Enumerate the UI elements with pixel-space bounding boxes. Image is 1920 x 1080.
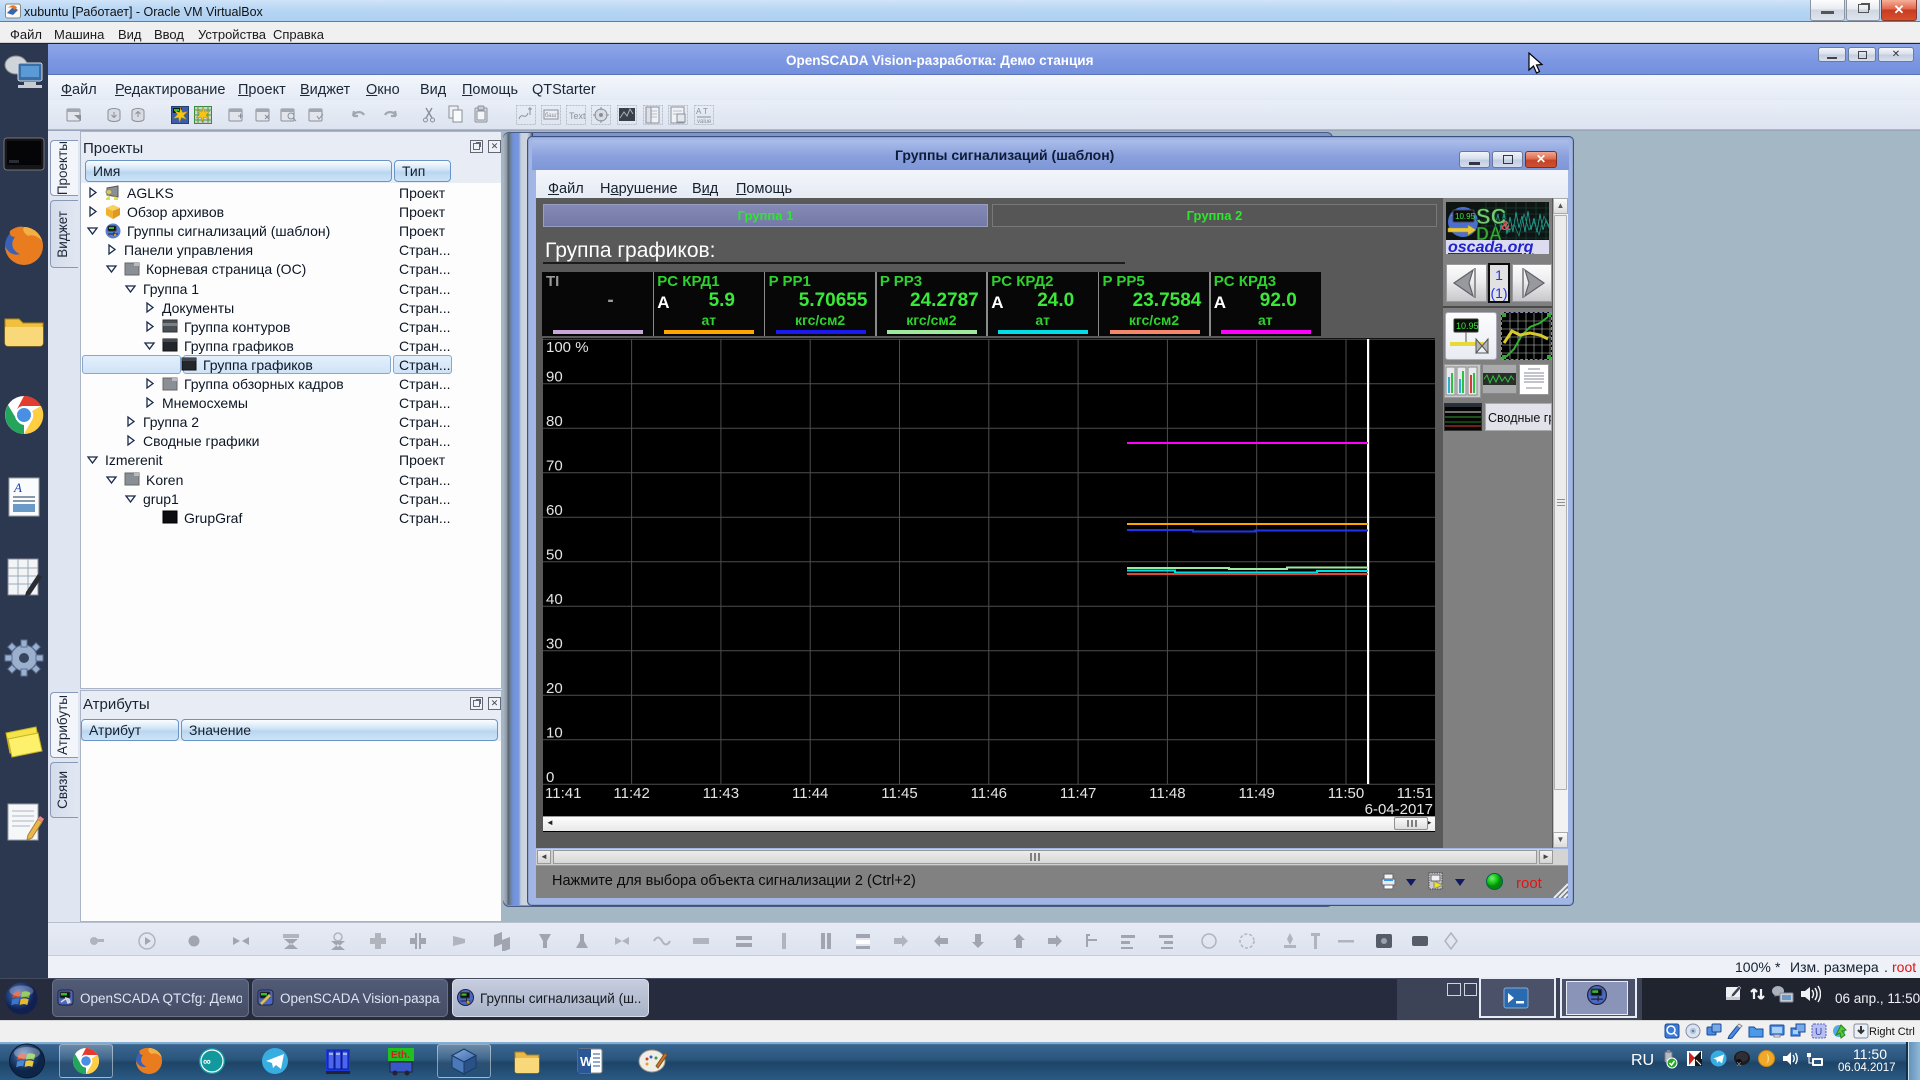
svg-text:T: T bbox=[703, 107, 708, 116]
svg-text:башт: башт bbox=[545, 113, 559, 119]
svg-text:&: & bbox=[1501, 218, 1510, 233]
svg-text:20: 20 bbox=[546, 680, 563, 697]
svg-text:11:43: 11:43 bbox=[703, 785, 739, 802]
svg-text:100 %: 100 % bbox=[546, 339, 589, 356]
svg-text:W: W bbox=[580, 1054, 593, 1069]
svg-text:11:47: 11:47 bbox=[1060, 785, 1096, 802]
svg-text:60: 60 bbox=[546, 502, 563, 519]
svg-text:11:41: 11:41 bbox=[545, 785, 581, 802]
svg-text:11:46: 11:46 bbox=[971, 785, 1007, 802]
svg-text:90: 90 bbox=[546, 369, 563, 386]
svg-text:10: 10 bbox=[546, 725, 563, 742]
svg-text:11:42: 11:42 bbox=[613, 785, 649, 802]
svg-text:oscada.org: oscada.org bbox=[1448, 239, 1534, 254]
svg-text:value: value bbox=[697, 119, 712, 125]
svg-text:11:50: 11:50 bbox=[1328, 785, 1364, 802]
svg-text:Eth.: Eth. bbox=[391, 1050, 410, 1061]
svg-text:A: A bbox=[696, 107, 702, 116]
svg-text:80: 80 bbox=[546, 413, 563, 430]
svg-text:∞: ∞ bbox=[203, 1056, 211, 1068]
svg-text:10.95: 10.95 bbox=[1455, 212, 1476, 221]
svg-text:0: 0 bbox=[546, 769, 554, 786]
svg-text:Text: Text bbox=[569, 111, 586, 121]
svg-text:11:49: 11:49 bbox=[1238, 785, 1274, 802]
svg-text:11:48: 11:48 bbox=[1149, 785, 1185, 802]
svg-text:30: 30 bbox=[546, 636, 563, 653]
svg-text:11:44: 11:44 bbox=[792, 785, 828, 802]
svg-text:11:51: 11:51 bbox=[1397, 785, 1433, 802]
svg-text:70: 70 bbox=[546, 458, 563, 475]
svg-text:A: A bbox=[13, 480, 22, 495]
svg-text:40: 40 bbox=[546, 591, 563, 608]
svg-text:U: U bbox=[1815, 1027, 1822, 1038]
svg-text:11:45: 11:45 bbox=[881, 785, 917, 802]
svg-text:10.95: 10.95 bbox=[1456, 321, 1479, 331]
svg-text:50: 50 bbox=[546, 547, 563, 564]
